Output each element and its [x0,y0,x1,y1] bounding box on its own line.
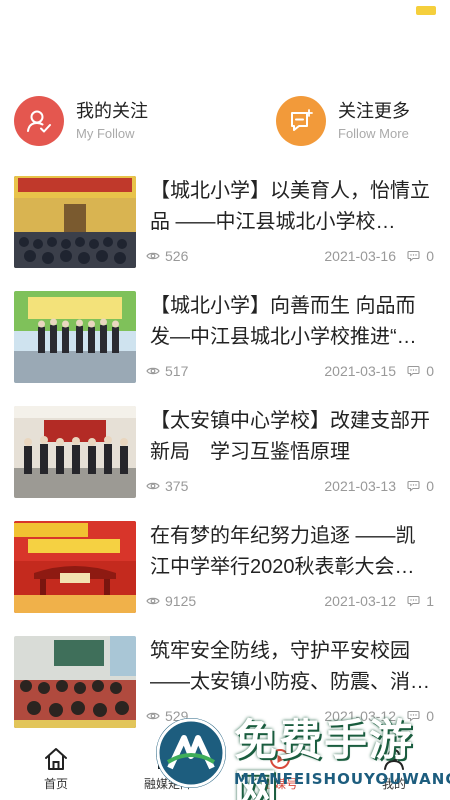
article-thumbnail [14,176,136,268]
list-item[interactable]: 在有梦的年纪努力追逐 ——凯江中学举行2020秋表彰大会… 9125 2021-… [0,521,450,613]
comment-icon [407,365,420,377]
view-count: 526 [146,248,188,264]
follow-row: 我的关注 My Follow 关注更多 Follow More [0,94,450,148]
my-follow-title: 我的关注 [76,101,148,121]
view-count: 9125 [146,593,196,609]
home-icon [45,748,67,770]
view-count-value: 375 [165,478,189,494]
watermark-subtext: MIANFEISHOUYOUWANG [234,770,450,788]
article-meta: 526 2021-03-16 0 [146,248,436,266]
comment-count: 0 [407,478,434,494]
view-count-value: 526 [165,248,189,264]
view-count-value: 9125 [165,593,197,609]
list-item[interactable]: 【城北小学】以美育人，怡情立品 ——中江县城北小学校… 526 2021-03-… [0,176,450,268]
article-title[interactable]: 在有梦的年纪努力追逐 ——凯江中学举行2020秋表彰大会… [150,521,435,583]
list-item[interactable]: 【城北小学】向善而生 向品而发—中江县城北小学校推进“… 517 2021-03… [0,291,450,383]
article-title[interactable]: 筑牢安全防线，守护平安校园——太安镇小防疫、防震、消… [150,636,435,698]
follow-more-title: 关注更多 [338,101,410,121]
follow-more-subtitle: Follow More [338,126,409,141]
comment-count-value: 0 [426,478,434,494]
comment-icon [407,250,420,262]
comment-count: 0 [407,363,434,379]
article-date: 2021-03-15 [324,363,396,379]
eye-icon [146,597,160,605]
follow-more-button[interactable]: 关注更多 Follow More [276,94,410,148]
tab-home-label: 首页 [43,777,68,791]
comment-icon [407,595,420,607]
tab-home[interactable]: 首页 [16,746,96,796]
comment-icon [407,480,420,492]
article-date: 2021-03-16 [324,248,396,264]
article-thumbnail [14,636,136,728]
comment-count-value: 0 [426,363,434,379]
eye-icon [146,367,160,375]
view-count-value: 517 [165,363,189,379]
article-meta: 517 2021-03-15 0 [146,363,436,381]
user-check-icon [14,96,64,146]
article-thumbnail [14,291,136,383]
article-meta: 375 2021-03-13 0 [146,478,436,496]
comment-count-value: 1 [426,593,434,609]
view-count: 375 [146,478,188,494]
my-follow-button[interactable]: 我的关注 My Follow [14,94,148,148]
article-thumbnail [14,406,136,498]
list-item[interactable]: 【太安镇中心学校】改建支部开新局 学习互鉴悟原理 375 2021-03-13 … [0,406,450,498]
article-thumbnail [14,521,136,613]
article-date: 2021-03-13 [324,478,396,494]
comment-count: 1 [407,593,434,609]
article-title[interactable]: 【城北小学】向善而生 向品而发—中江县城北小学校推进“… [150,291,435,353]
watermark-overlay: 免费手游网 MIANFEISHOUYOUWANG [150,712,450,800]
battery-icon [416,6,436,15]
eye-icon [146,252,160,260]
article-date: 2021-03-12 [324,593,396,609]
article-meta: 9125 2021-03-12 1 [146,593,436,611]
comment-count: 0 [407,248,434,264]
comment-count-value: 0 [426,248,434,264]
view-count: 517 [146,363,188,379]
watermark-logo-icon [156,718,226,788]
eye-icon [146,482,160,490]
article-title[interactable]: 【城北小学】以美育人，怡情立品 ——中江县城北小学校… [150,176,435,238]
message-add-icon [276,96,326,146]
my-follow-subtitle: My Follow [76,126,135,141]
article-title[interactable]: 【太安镇中心学校】改建支部开新局 学习互鉴悟原理 [150,406,435,468]
